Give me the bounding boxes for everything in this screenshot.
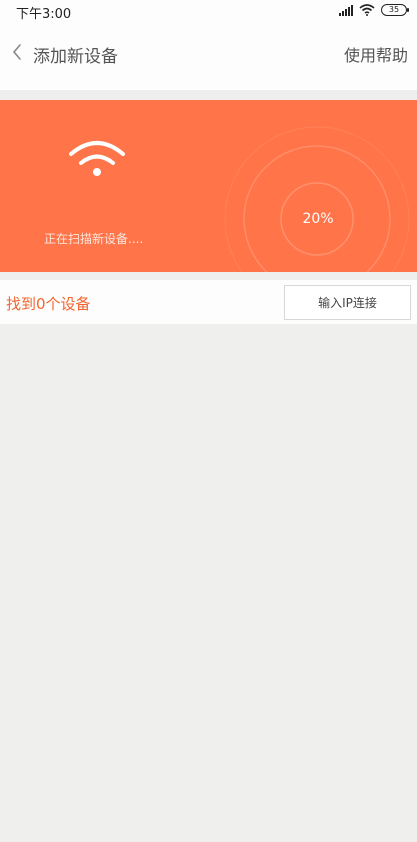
wifi-status-icon: [359, 4, 375, 16]
help-link[interactable]: 使用帮助: [344, 42, 408, 66]
wifi-icon: [69, 141, 125, 176]
result-bar: 找到0个设备 输入IP连接: [0, 280, 417, 324]
battery-icon: 35: [381, 4, 409, 16]
header: 添加新设备 使用帮助: [0, 24, 417, 90]
scan-progress-label: 20%: [302, 211, 334, 227]
status-bar: 下午3:00 35: [0, 0, 417, 24]
found-device-count: 找到0个设备: [6, 295, 91, 313]
enter-ip-button[interactable]: 输入IP连接: [284, 285, 411, 320]
page-title: 添加新设备: [33, 47, 118, 67]
status-icons: 35: [339, 4, 409, 16]
scan-status-text: 正在扫描新设备....: [44, 232, 144, 246]
chevron-left-icon[interactable]: [8, 40, 26, 64]
status-time: 下午3:00: [16, 7, 72, 22]
signal-icon: [339, 4, 353, 16]
divider: [0, 90, 417, 100]
scan-panel: 正在扫描新设备.... 20%: [0, 100, 417, 272]
